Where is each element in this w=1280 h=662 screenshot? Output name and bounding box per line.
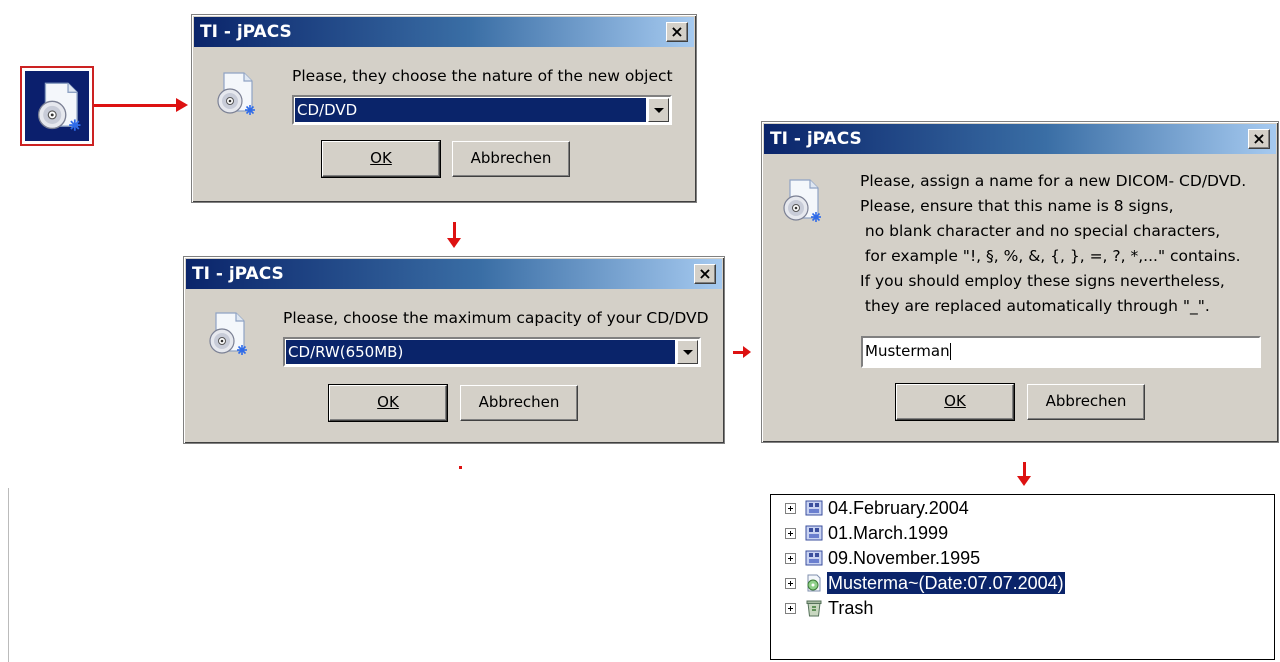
dialog-title: TI - jPACS (192, 264, 284, 284)
cd-name-input[interactable]: Musterman (861, 336, 1261, 368)
instruction-line: for example "!, §, %, &, {, }, =, ?, *,.… (860, 247, 1241, 265)
tree-item-label: 09.November.1995 (828, 548, 981, 568)
cancel-label: Abbrechen (470, 149, 552, 167)
dialog-titlebar: TI - jPACS × (186, 259, 722, 289)
arrow-head-icon-right-1 (176, 98, 188, 112)
cancel-button[interactable]: Abbrechen (452, 141, 570, 177)
dialog-titlebar: TI - jPACS × (194, 17, 694, 47)
trash-icon (806, 600, 822, 617)
stray-red-dot (459, 466, 462, 469)
launcher-background (25, 71, 89, 141)
cd-dialog-icon (214, 71, 258, 117)
instruction-line: Please, ensure that this name is 8 signs… (860, 197, 1174, 215)
tree-item[interactable]: Trash (785, 596, 1145, 622)
cancel-label: Abbrechen (478, 393, 560, 411)
dicom-study-icon (805, 525, 823, 541)
tree-item-label: 01.March.1999 (828, 523, 949, 543)
tree-item[interactable]: 04.February.2004 (785, 496, 1145, 522)
cd-new-object-icon (34, 81, 84, 133)
tree-item[interactable]: 01.March.1999 (785, 521, 1145, 547)
close-button[interactable]: × (694, 264, 716, 284)
tree-item-label: 04.February.2004 (828, 498, 969, 518)
arrow-head-icon-down-2 (1017, 476, 1031, 486)
tree-item-selected[interactable]: Musterma~(Date:07.07.2004) (785, 571, 1145, 597)
dialog-title: TI - jPACS (200, 22, 292, 42)
ok-button[interactable]: OK (321, 140, 441, 178)
instruction-line: they are replaced automatically through … (860, 297, 1210, 315)
chevron-down-icon[interactable] (648, 98, 669, 122)
expand-icon[interactable] (785, 578, 796, 589)
ok-label: OK (370, 149, 392, 167)
study-tree: 04.February.2004 01.March.1999 09.Novemb… (770, 494, 1275, 660)
new-object-launcher[interactable] (20, 66, 94, 146)
capacity-select[interactable]: CD/RW(650MB) (283, 337, 701, 367)
instruction-line: no blank character and no special charac… (860, 222, 1221, 240)
chevron-down-icon[interactable] (677, 340, 698, 364)
close-button[interactable]: × (666, 22, 688, 42)
dialog-title: TI - jPACS (770, 129, 862, 149)
instruction-line: Please, assign a name for a new DICOM- C… (860, 172, 1247, 190)
ok-label: OK (377, 393, 399, 411)
dialog-object-type: TI - jPACS × Please, they choose the nat… (191, 14, 697, 203)
expand-icon[interactable] (785, 553, 796, 564)
dialog-prompt: Please, they choose the nature of the ne… (292, 67, 673, 85)
ok-label: OK (944, 392, 966, 410)
object-type-selected: CD/DVD (295, 98, 646, 122)
dicom-study-icon (805, 500, 823, 516)
ok-button[interactable]: OK (328, 384, 448, 422)
dialog-name-cd: TI - jPACS × Please, assign a name for a… (761, 121, 1279, 443)
capacity-selected: CD/RW(650MB) (286, 340, 675, 364)
left-divider (8, 488, 9, 662)
cancel-label: Abbrechen (1045, 392, 1127, 410)
text-caret (949, 343, 951, 360)
expand-icon[interactable] (785, 528, 796, 539)
instruction-line: If you should employ these signs neverth… (860, 272, 1225, 290)
expand-icon[interactable] (785, 503, 796, 514)
arrow-head-icon-down-1 (447, 238, 461, 248)
dialog-prompt: Please, choose the maximum capacity of y… (283, 309, 709, 327)
dicom-study-icon (805, 550, 823, 566)
cd-dialog-icon (206, 311, 250, 357)
cancel-button[interactable]: Abbrechen (460, 385, 578, 421)
tree-item-label: Trash (828, 598, 874, 618)
dialog-titlebar: TI - jPACS × (764, 124, 1276, 154)
arrow-icon-right-1 (94, 104, 178, 107)
cancel-button[interactable]: Abbrechen (1027, 384, 1145, 420)
object-type-select[interactable]: CD/DVD (292, 95, 672, 125)
ok-button[interactable]: OK (895, 383, 1015, 421)
arrow-head-icon-right-2 (743, 346, 751, 358)
tree-item-label: Musterma~(Date:07.07.2004) (827, 572, 1065, 594)
tree-item[interactable]: 09.November.1995 (785, 546, 1145, 572)
cd-disc-icon (807, 574, 821, 592)
cd-dialog-icon (780, 178, 824, 224)
close-button[interactable]: × (1248, 129, 1270, 149)
dialog-capacity: TI - jPACS × Please, choose the maximum … (183, 256, 725, 444)
expand-icon[interactable] (785, 603, 796, 614)
cd-name-value: Musterman (865, 342, 950, 360)
